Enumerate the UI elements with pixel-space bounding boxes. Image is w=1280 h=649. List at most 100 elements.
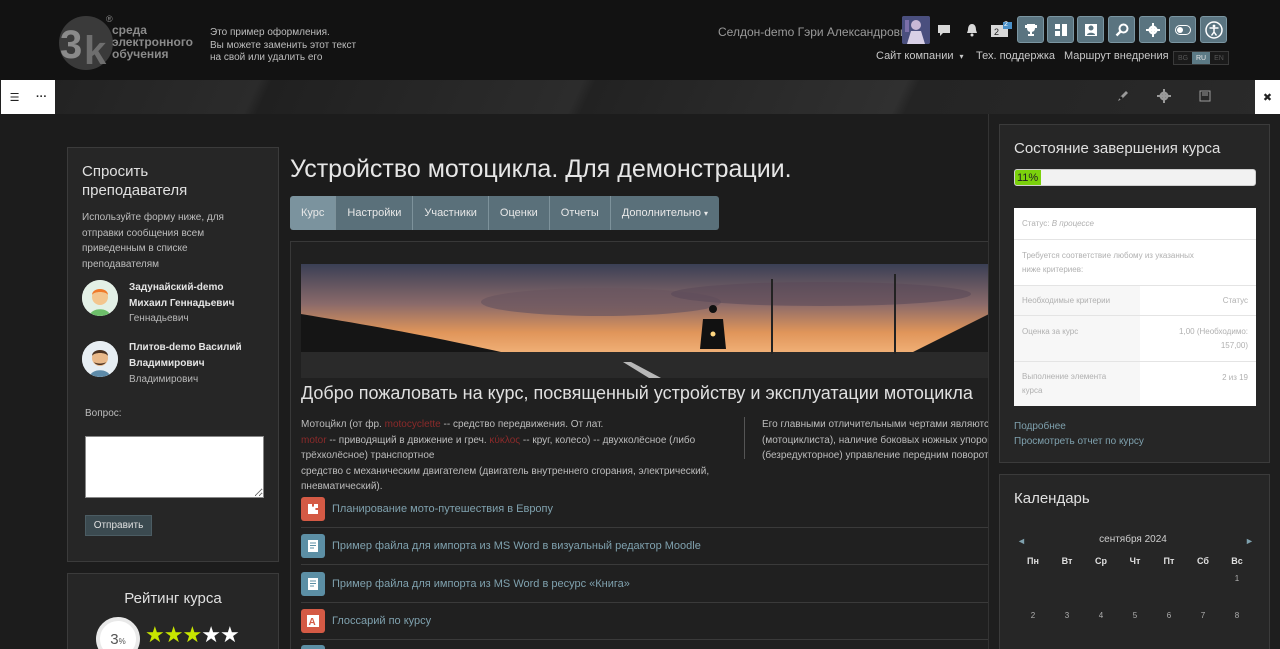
nav-company-site[interactable]: Сайт компании ▾ — [876, 50, 964, 62]
calendar-day[interactable]: 6 — [1152, 611, 1186, 620]
tab-course[interactable]: Курс — [290, 196, 337, 230]
description-line: преподавателям — [82, 258, 160, 270]
star-empty-icon[interactable]: ★ — [201, 622, 221, 647]
calendar-day[interactable]: 8 — [1220, 611, 1254, 620]
activity-item[interactable]: Пример файла для импорта из MS Word в ре… — [301, 566, 989, 603]
trophy-button[interactable] — [1017, 16, 1044, 43]
course-description-left: Мотоцйкл (от фр. motocyclette -- средств… — [301, 417, 733, 495]
calendar-day-of-week: Вс — [1231, 556, 1243, 566]
teacher-name-line: Плитов-demo Василий — [129, 342, 242, 353]
scoreboard-badge: 2 — [1004, 21, 1008, 28]
activity-item[interactable]: A Глоссарий по курсу — [301, 603, 989, 640]
term-link[interactable]: κύκλος — [489, 435, 520, 446]
teacher-avatar[interactable] — [82, 341, 118, 377]
language-bg[interactable]: BG — [1174, 52, 1192, 64]
tab-more[interactable]: Дополнительно ▾ — [610, 196, 720, 230]
description-line: Мотоцйкл (от фр. motocyclette -- средств… — [301, 417, 733, 433]
ask-teacher-title: Спросить преподавателя — [82, 162, 187, 200]
edit-mode-icon[interactable] — [1114, 87, 1132, 105]
tagline-line: на свой или удалить его — [210, 52, 323, 63]
star-filled-icon[interactable]: ★ — [145, 622, 165, 647]
settings-button[interactable] — [1139, 16, 1166, 43]
toolbar-strip — [0, 80, 1280, 114]
teacher-name-line: Михаил Геннадьевич — [129, 297, 235, 309]
close-icon: ✖ — [1262, 91, 1273, 104]
close-drawer-button[interactable]: ✖ — [1255, 80, 1280, 114]
glossary-icon: A — [301, 609, 325, 633]
requirement-text: Требуется соответствие любому из указанн… — [1022, 249, 1194, 277]
calendar-day[interactable]: 4 — [1084, 611, 1118, 620]
theme-toggle-button[interactable] — [1169, 16, 1196, 43]
text: Мотоцйкл (от фр. — [301, 419, 385, 430]
send-button[interactable]: Отправить — [85, 515, 152, 536]
calendar-day[interactable]: 3 — [1050, 611, 1084, 620]
search-icon — [1115, 23, 1128, 36]
completion-report-link[interactable]: Просмотреть отчет по курсу — [1014, 436, 1144, 447]
description-line: (безредукторное) управление передним пов… — [762, 450, 988, 461]
profile-button[interactable] — [1077, 16, 1104, 43]
tagline-line: Это пример оформления. — [210, 27, 330, 38]
star-filled-icon[interactable]: ★ — [182, 622, 202, 647]
activity-link[interactable]: Пример файла для импорта из MS Word в ре… — [332, 578, 630, 590]
svg-text:2: 2 — [994, 27, 999, 37]
more-options-button[interactable]: ··· — [28, 80, 55, 114]
tab-participants[interactable]: Участники — [413, 196, 489, 230]
calendar-next-month[interactable]: ► — [1245, 536, 1254, 546]
dashboard-button[interactable] — [1047, 16, 1074, 43]
term-link[interactable]: motor — [301, 435, 327, 446]
title-line: Спросить — [82, 163, 149, 180]
activity-link[interactable]: Пример файла для импорта из MS Word в ви… — [332, 540, 701, 552]
status-text: Статус: В процессе — [1022, 217, 1094, 231]
trophy-icon — [1024, 23, 1037, 36]
completion-more-link[interactable]: Подробнее — [1014, 421, 1066, 432]
gear-icon — [1145, 22, 1160, 37]
tab-grades[interactable]: Оценки — [488, 196, 550, 230]
tab-reports[interactable]: Отчеты — [549, 196, 611, 230]
activity-link[interactable]: Планирование мото-путешествия в Европу — [332, 503, 553, 515]
star-empty-icon[interactable]: ★ — [220, 622, 240, 647]
rating-stars[interactable]: ★★★★★ — [145, 622, 240, 647]
accessibility-button[interactable] — [1200, 16, 1227, 43]
activity-item[interactable]: Пример файла для импорта из MS Word в ви… — [301, 528, 989, 565]
search-button[interactable] — [1108, 16, 1135, 43]
user-card-icon — [1084, 23, 1097, 36]
calendar-day[interactable]: 5 — [1118, 611, 1152, 620]
nav-company-site-label: Сайт компании — [876, 50, 954, 62]
rating-unit: % — [118, 637, 126, 646]
language-ru[interactable]: RU — [1192, 52, 1210, 64]
calendar-day[interactable]: 2 — [1016, 611, 1050, 620]
activity-item[interactable]: Планирование мото-путешествия в Европу — [301, 491, 989, 528]
notifications-bell-icon[interactable] — [962, 20, 982, 40]
calendar-day[interactable]: 1 — [1220, 574, 1254, 583]
teacher-patronymic: Геннадьевич — [129, 313, 189, 324]
svg-text:3: 3 — [60, 23, 82, 67]
question-textarea[interactable] — [85, 436, 264, 498]
language-en[interactable]: EN — [1210, 52, 1228, 64]
tab-settings[interactable]: Настройки — [336, 196, 414, 230]
teacher-avatar[interactable] — [82, 280, 118, 316]
chevron-down-icon: ▾ — [704, 208, 709, 218]
activity-link[interactable]: Глоссарий по курсу — [332, 615, 431, 627]
progress-label: 11% — [1017, 171, 1039, 184]
messages-icon[interactable] — [934, 20, 954, 40]
term-link[interactable]: motocyclette — [385, 419, 441, 430]
block-list-toggle[interactable]: ☰ — [1, 80, 28, 114]
document-icon — [301, 572, 325, 596]
calendar-day[interactable]: 7 — [1186, 611, 1220, 620]
calendar-title: Календарь — [1014, 490, 1090, 507]
teacher-name[interactable]: Задунайский-demo Михаил Геннадьевич — [129, 280, 234, 311]
course-banner-image — [301, 264, 989, 378]
course-description-right: Его главными отличительными чертами явля… — [762, 417, 988, 464]
welcome-heading: Добро пожаловать на курс, посвященный ус… — [301, 383, 973, 403]
bookmark-icon[interactable] — [1196, 87, 1214, 105]
nav-support[interactable]: Тех. поддержка — [976, 50, 1055, 62]
nav-implementation-route[interactable]: Маршрут внедрения — [1064, 50, 1169, 62]
scoreboard-icon[interactable]: 2 — [989, 20, 1013, 40]
tagline-line: Вы можете заменить этот текст — [210, 39, 357, 51]
rating-title: Рейтинг курса — [124, 590, 222, 607]
star-filled-icon[interactable]: ★ — [164, 622, 184, 647]
teacher-name[interactable]: Плитов-demo Василий Владимирович — [129, 340, 242, 371]
user-name[interactable]: Селдон-demo Гэри Александрович — [718, 25, 913, 39]
user-avatar[interactable] — [902, 16, 930, 44]
course-settings-gear-icon[interactable] — [1155, 87, 1173, 105]
